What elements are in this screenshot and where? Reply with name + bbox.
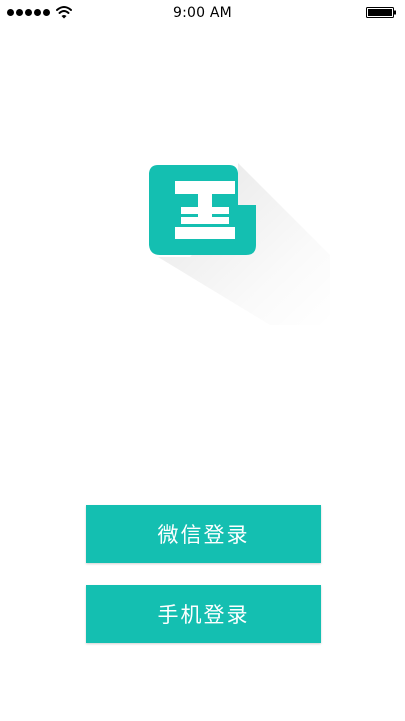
status-time: 9:00 AM [173, 5, 232, 21]
app-logo [130, 145, 360, 345]
phone-login-button[interactable]: 手机登录 [86, 585, 321, 643]
status-bar: 9:00 AM [0, 0, 405, 26]
battery-icon [366, 7, 396, 18]
app-logo-icon [149, 163, 330, 325]
wechat-login-button[interactable]: 微信登录 [86, 505, 321, 563]
